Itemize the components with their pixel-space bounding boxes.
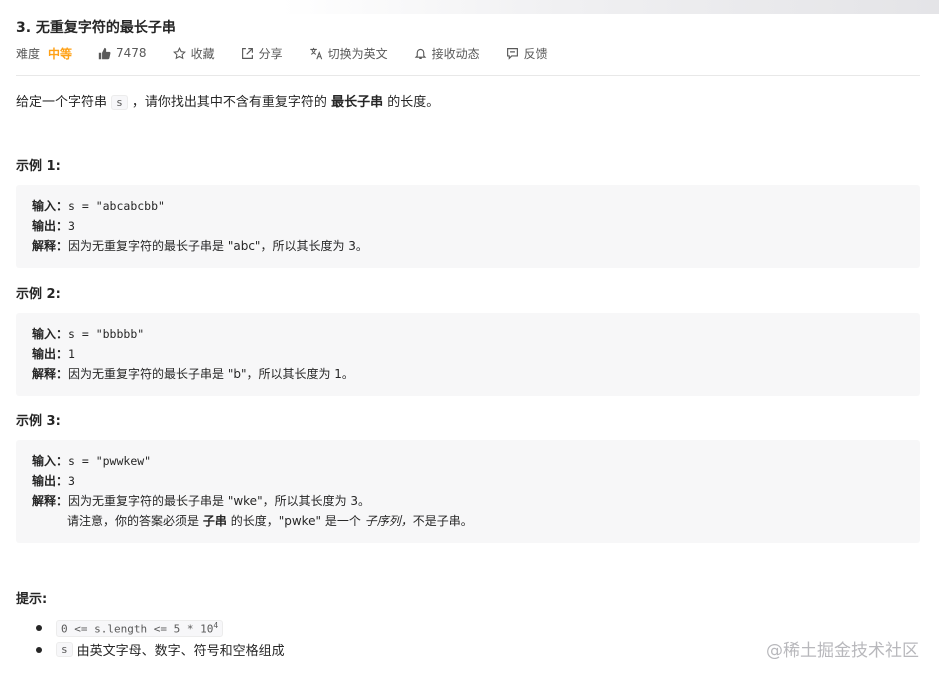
star-icon [172, 46, 186, 59]
switch-language-label: 切换为英文 [327, 46, 388, 61]
input-value: s = "pwwkew" [68, 454, 152, 468]
output-value: 3 [68, 474, 75, 488]
constraint-code: 0 <= s.length <= 5 * 104 [56, 620, 224, 637]
example-output: 输出：3 [32, 217, 75, 234]
example-input: 输入：s = "bbbbb" [32, 325, 144, 342]
notify-label: 接收动态 [431, 46, 480, 61]
explain-label: 解释： [32, 367, 69, 381]
bell-icon [414, 48, 426, 59]
switch-language-button[interactable]: 切换为英文 [309, 45, 388, 62]
problem-title: 3. 无重复字符的最长子串 [16, 20, 176, 36]
example-output: 输出：3 [32, 472, 75, 489]
output-label: 输出： [32, 474, 69, 488]
input-label: 输入： [32, 454, 69, 468]
description-bold: 最长子串 [331, 95, 384, 110]
notify-button[interactable]: 接收动态 [414, 45, 480, 62]
feedback-label: 反馈 [523, 46, 548, 61]
example-explanation: 解释：因为无重复字符的最长子串是 "wke"，所以其长度为 3。 [32, 492, 370, 509]
example-1-title: 示例 1: [16, 159, 61, 174]
watermark: @稀土掘金技术社区 [766, 641, 919, 661]
constraint-exponent: 4 [213, 621, 219, 630]
share-label: 分享 [258, 46, 283, 61]
note-text: 不是子串。 [412, 514, 473, 528]
note-bold: 子串 [202, 514, 227, 528]
example-1-box: 输入：s = "abcabcbb" 输出：3 解释：因为无重复字符的最长子串是 … [16, 185, 920, 268]
example-input: 输入：s = "pwwkew" [32, 452, 151, 469]
hint-item: 0 <= s.length <= 5 * 104 [36, 620, 224, 637]
inline-code: s [56, 642, 73, 657]
difficulty-value: 中等 [48, 46, 73, 61]
bullet-dot [36, 646, 42, 653]
example-3-box: 输入：s = "pwwkew" 输出：3 解释：因为无重复字符的最长子串是 "w… [16, 440, 920, 543]
hint-text: 由英文字母、数字、符号和空格组成 [76, 644, 285, 659]
explain-value: 因为无重复字符的最长子串是 "abc"，所以其长度为 3。 [68, 239, 368, 253]
divider [16, 75, 920, 76]
note-italic: 子序列， [364, 514, 413, 528]
input-value: s = "abcabcbb" [68, 199, 165, 213]
like-count: 7478 [116, 46, 147, 60]
description-text: 给定一个字符串 [16, 95, 108, 110]
share-button[interactable]: 分享 [241, 45, 283, 62]
output-label: 输出： [32, 219, 69, 233]
favorite-label: 收藏 [190, 46, 215, 61]
explain-label: 解释： [32, 239, 69, 253]
output-label: 输出： [32, 347, 69, 361]
example-explanation: 解释：因为无重复字符的最长子串是 "b"，所以其长度为 1。 [32, 365, 354, 382]
inline-code: s [111, 95, 128, 110]
input-value: s = "bbbbb" [68, 327, 145, 341]
problem-meta-bar: 难度 中等 7478 收藏 分享 切换为英文 接收动态 反馈 [16, 44, 574, 62]
difficulty: 难度 中等 [16, 45, 72, 62]
output-value: 1 [68, 347, 75, 361]
translate-icon [309, 47, 322, 59]
input-label: 输入： [32, 327, 69, 341]
thumbs-up-icon [98, 47, 111, 59]
share-icon [241, 47, 253, 59]
constraint-text: 0 <= s.length <= 5 * 10 [61, 622, 214, 636]
like-button[interactable]: 7478 [98, 46, 147, 60]
explain-label: 解释： [32, 494, 69, 508]
example-note: 请注意，你的答案必须是 子串 的长度，"pwke" 是一个 子序列，不是子串。 [67, 512, 473, 529]
note-text: 的长度，"pwke" 是一个 [230, 514, 361, 528]
explain-value: 因为无重复字符的最长子串是 "wke"，所以其长度为 3。 [68, 494, 371, 508]
difficulty-label: 难度 [16, 46, 41, 61]
example-explanation: 解释：因为无重复字符的最长子串是 "abc"，所以其长度为 3。 [32, 237, 368, 254]
feedback-icon [506, 47, 518, 60]
example-output: 输出：1 [32, 345, 75, 362]
input-label: 输入： [32, 199, 69, 213]
note-text: 请注意，你的答案必须是 [67, 514, 200, 528]
feedback-button[interactable]: 反馈 [506, 45, 548, 62]
favorite-button[interactable]: 收藏 [172, 45, 215, 62]
output-value: 3 [68, 219, 75, 233]
description-text: 的长度。 [387, 95, 440, 110]
description-text: ，请你找出其中不含有重复字符的 [131, 95, 327, 110]
problem-description: 给定一个字符串 s ，请你找出其中不含有重复字符的 最长子串 的长度。 [16, 91, 439, 110]
hints-title: 提示: [16, 592, 48, 607]
top-bar-shadow [0, 0, 939, 14]
example-input: 输入：s = "abcabcbb" [32, 197, 165, 214]
hint-item: s 由英文字母、数字、符号和空格组成 [36, 640, 285, 659]
example-2-box: 输入：s = "bbbbb" 输出：1 解释：因为无重复字符的最长子串是 "b"… [16, 313, 920, 396]
example-3-title: 示例 3: [16, 414, 61, 429]
example-2-title: 示例 2: [16, 287, 61, 302]
bullet-dot [36, 625, 42, 632]
explain-value: 因为无重复字符的最长子串是 "b"，所以其长度为 1。 [68, 367, 354, 381]
